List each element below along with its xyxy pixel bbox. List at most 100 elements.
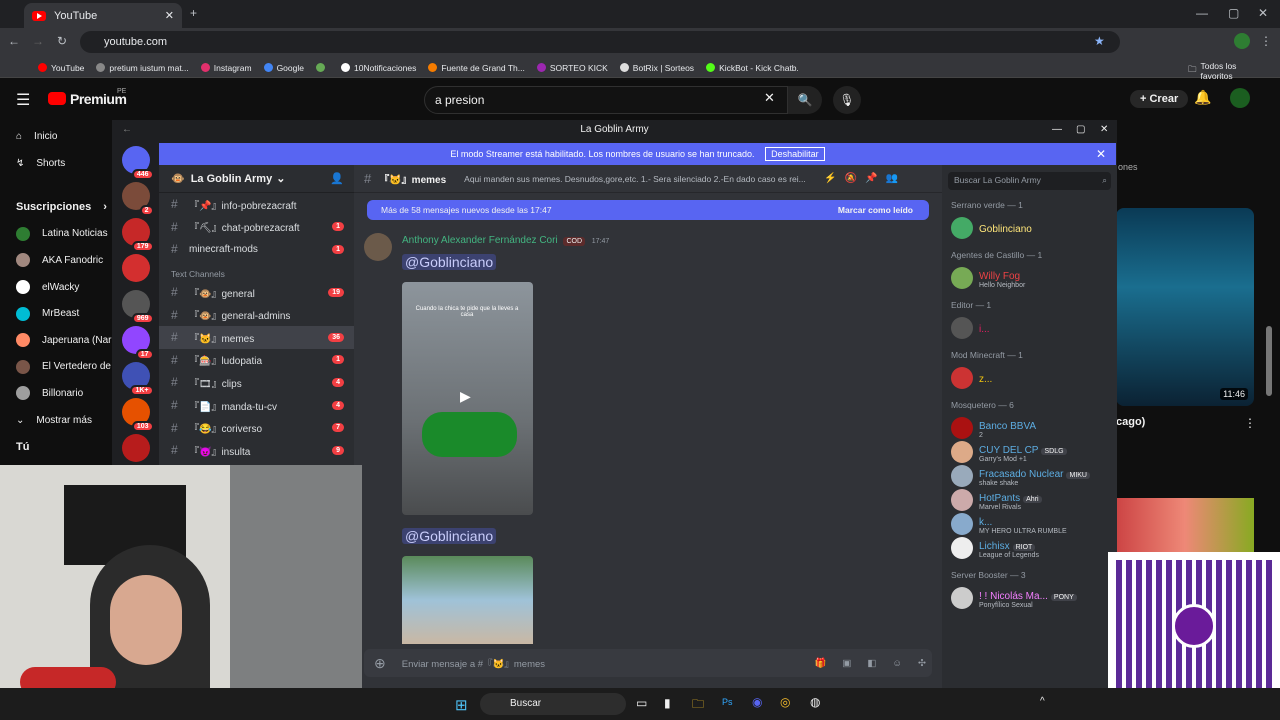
bookmark-star-icon[interactable]: ★ (1094, 34, 1105, 48)
member-item[interactable]: Willy Fog Hello Neighbor (951, 266, 1117, 290)
disable-streamer-button[interactable]: Deshabilitar (765, 147, 825, 161)
message-input[interactable]: ⊕ Enviar mensaje a #『🐱』memes 🎁 ▣ ◧ ☺ ✣ (364, 649, 932, 677)
server-icon[interactable]: 179 (121, 218, 154, 252)
new-tab-icon[interactable]: + (190, 6, 197, 20)
bookmark-item[interactable] (315, 63, 329, 72)
channel-item[interactable]: # 『⛏』chat-pobrezacraft 1 (159, 216, 354, 239)
bookmark-item[interactable]: SORTEO KICK (536, 63, 608, 73)
obs-icon[interactable]: ◍ (810, 695, 820, 709)
subscription-item[interactable]: Billonario (0, 380, 112, 407)
discord-close-icon[interactable]: ✕ (1100, 120, 1108, 140)
member-item[interactable]: k... MY HERO ULTRA RUMBLE (951, 512, 1117, 536)
sidebar-item-shorts[interactable]: ↯ Shorts (0, 152, 112, 174)
discord-minimize-icon[interactable]: — (1052, 120, 1062, 140)
subscription-item[interactable]: Japeruana (Nar (0, 327, 112, 354)
message-author[interactable]: Anthony Alexander Fernández Cori (402, 235, 558, 246)
member-item[interactable]: CUY DEL CP SDLG Garry's Mod +1 (951, 440, 1117, 464)
channel-item[interactable]: # 『😈』insulta 9 (159, 439, 354, 462)
subscription-item[interactable]: Latina Noticias (0, 221, 112, 248)
discord-maximize-icon[interactable]: ▢ (1076, 120, 1085, 140)
gif-icon[interactable]: ▣ (842, 658, 851, 669)
sticker-icon[interactable]: ◧ (867, 658, 876, 669)
image-attachment[interactable] (402, 556, 533, 644)
channel-item[interactable]: # 『🎞』clips 4 (159, 371, 354, 394)
member-item[interactable]: ! ! Nicolás Ma... PONY Ponyfílico Sexual (951, 586, 1117, 610)
video-attachment[interactable]: Cuando la chica te pide que la lleves a … (402, 282, 533, 515)
threads-icon[interactable]: ⚡ (824, 173, 836, 184)
notifications-bell-icon[interactable]: 🔔 (1194, 89, 1211, 106)
server-header[interactable]: 🐵 La Goblin Army ⌄ 👤 (159, 165, 354, 193)
bookmark-item[interactable]: Instagram (200, 63, 252, 73)
server-icon[interactable]: 969 (121, 290, 154, 324)
add-attachment-icon[interactable]: ⊕ (374, 655, 386, 672)
video-menu-icon[interactable]: ⋮ (1244, 416, 1256, 430)
profile-avatar[interactable] (1234, 33, 1250, 49)
menu-dots-icon[interactable]: ⋮ (1260, 34, 1272, 48)
server-icon[interactable] (121, 434, 150, 462)
gift-icon[interactable]: 🎁 (815, 658, 827, 669)
channel-avatar[interactable] (1230, 88, 1250, 108)
member-item[interactable]: HotPants Ahri Marvel Rivals (951, 488, 1117, 512)
youtube-logo-icon[interactable] (48, 92, 66, 105)
chrome-icon[interactable]: ◎ (780, 695, 790, 709)
server-icon[interactable]: 103 (121, 398, 154, 432)
channel-item[interactable]: # minecraft-mods 1 (159, 238, 354, 261)
apps-icon[interactable]: ✣ (918, 658, 926, 669)
mark-read-button[interactable]: Marcar como leído (838, 200, 913, 220)
server-search-input[interactable]: Buscar La Goblin Army ⌕ (948, 172, 1111, 190)
video-thumbnail-2[interactable] (1116, 498, 1254, 554)
reload-icon[interactable]: ↻ (57, 34, 67, 48)
channel-item[interactable]: # 『🎰』ludopatia 1 (159, 349, 354, 372)
server-icon[interactable]: 1K+ (121, 362, 154, 396)
close-tab-icon[interactable]: ✕ (165, 9, 174, 22)
minimize-icon[interactable]: — (1196, 6, 1208, 20)
server-icon[interactable]: 2 (121, 182, 154, 216)
photoshop-icon[interactable]: Ps (722, 697, 733, 707)
subscription-item[interactable]: El Vertedero de (0, 354, 112, 381)
member-item[interactable]: z... (951, 366, 1117, 390)
url-field[interactable]: youtube.com (80, 31, 1120, 53)
tray-chevron-icon[interactable]: ^ (1040, 696, 1045, 707)
bookmark-item[interactable]: Fuente de Grand Th... (428, 63, 525, 73)
sidebar-item-inicio[interactable]: ⌂ Inicio (0, 120, 112, 152)
new-messages-bar[interactable]: Más de 58 mensajes nuevos desde las 17:4… (367, 200, 929, 220)
subscription-item[interactable]: elWacky (0, 274, 112, 301)
windows-start-icon[interactable]: ⊞ (455, 696, 468, 714)
forward-icon[interactable]: → (32, 34, 44, 48)
member-item[interactable]: Banco BBVA 2 (951, 416, 1117, 440)
channel-topic[interactable]: Aqui manden sus memes. Desnudos,gore,etc… (464, 174, 816, 184)
scrollbar[interactable] (1266, 326, 1272, 396)
author-avatar[interactable] (364, 233, 392, 261)
server-icon[interactable]: 17 (121, 326, 154, 360)
subscription-item[interactable]: MrBeast (0, 300, 112, 327)
play-icon[interactable]: ▶ (460, 388, 471, 405)
member-item[interactable]: Fracasado Nuclear MIKU shake shake (951, 464, 1117, 488)
mention[interactable]: @Goblinciano (402, 254, 497, 270)
member-item[interactable]: Goblinciano (951, 216, 1117, 240)
member-item[interactable]: i... (951, 316, 1117, 340)
bookmark-item[interactable]: 10Notificaciones (340, 63, 416, 73)
discord-taskbar-icon[interactable]: ◉ (752, 695, 762, 709)
hamburger-icon[interactable]: ☰ (16, 90, 30, 110)
video-title[interactable]: cago) (1116, 416, 1145, 428)
channel-item[interactable]: # 『🐵』general 19 (159, 281, 354, 304)
bookmark-item[interactable]: KickBot - Kick Chatb... (706, 63, 798, 73)
show-more-button[interactable]: ⌄ Mostrar más (0, 407, 112, 434)
pin-icon[interactable]: 📌 (865, 173, 877, 184)
channel-item[interactable]: # 『📌』info-pobrezacraft (159, 193, 354, 216)
emoji-icon[interactable]: ☺ (892, 658, 902, 669)
member-item[interactable]: Lichisx RIOT League of Legends (951, 536, 1117, 560)
discord-back-icon[interactable]: ← (122, 120, 132, 140)
app-icon[interactable]: ▮ (664, 696, 671, 710)
taskbar-search[interactable]: Buscar (480, 693, 626, 715)
bookmark-item[interactable]: YouTube (38, 63, 84, 73)
bookmark-item[interactable]: Google (263, 63, 304, 73)
category-header[interactable]: Text Channels (159, 261, 354, 281)
file-explorer-icon[interactable]: 🗀 (692, 695, 704, 716)
channel-item[interactable]: # 『🐱』memes 36 (159, 325, 354, 349)
back-icon[interactable]: ← (8, 34, 20, 48)
channel-item[interactable]: # 『😂』coriverso 7 (159, 416, 354, 439)
subscription-item[interactable]: AKA Fanodric (0, 247, 112, 274)
search-input[interactable]: a presion (424, 86, 788, 114)
clear-search-icon[interactable]: ✕ (764, 90, 775, 106)
